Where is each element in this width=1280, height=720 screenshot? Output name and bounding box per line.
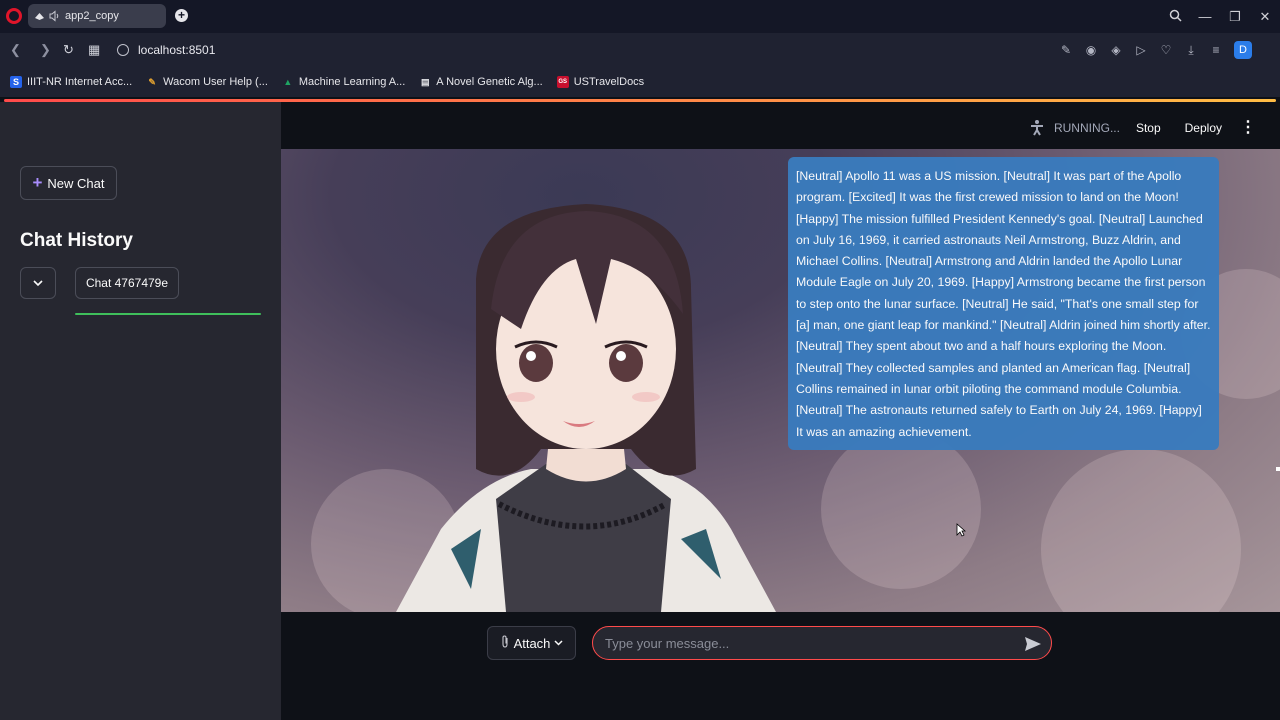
avatar-stage: [Neutral] Apollo 11 was a US mission. [N… [281,149,1280,612]
reload-icon[interactable]: ↻ [63,42,74,58]
plus-icon: + [32,173,43,192]
bookmark-item[interactable]: S IIIT-NR Internet Acc... [10,76,132,88]
play-icon[interactable]: ▷ [1134,43,1148,57]
bookmark-label: Machine Learning A... [298,76,406,88]
deploy-button[interactable]: Deploy [1185,121,1222,135]
running-man-icon [1030,120,1043,136]
profile-avatar[interactable]: D [1234,41,1252,59]
close-icon[interactable]: ✕ [1250,9,1280,25]
streamlit-favicon-icon [34,11,45,22]
attach-label: Attach [513,635,551,651]
chat-item-progress-bar [75,313,261,315]
stop-button[interactable]: Stop [1136,121,1161,135]
bookmark-label: IIIT-NR Internet Acc... [27,76,133,88]
search-icon[interactable] [1160,9,1190,25]
globe-icon [117,44,129,56]
window-controls: — ❐ ✕ [1160,0,1280,33]
speaker-icon[interactable] [49,10,61,22]
bookmark-s-icon: S [10,76,22,88]
address-bar: ❮ ❯ ↻ ▦ localhost:8501 ✎ ◉ ◈ ▷ ♡ ⤓ ≡ D [0,33,1280,93]
new-tab-button[interactable]: + [175,9,188,22]
bookmark-item[interactable]: ▤ A Novel Genetic Alg... [419,76,543,88]
edit-icon[interactable]: ✎ [1059,43,1073,57]
more-options-icon[interactable]: ⋮ [1240,120,1256,136]
url-field[interactable]: localhost:8501 [138,43,215,57]
chevron-down-icon [554,640,563,646]
bookmarks-bar: S IIIT-NR Internet Acc... ✎ Wacom User H… [0,67,1280,97]
heart-icon[interactable]: ♡ [1159,43,1173,57]
bookmark-label: USTravelDocs [573,76,645,88]
forward-icon[interactable]: ❯ [40,42,51,58]
browser-tab[interactable]: app2_copy [28,4,166,28]
shield-icon[interactable]: ◈ [1109,43,1123,57]
menu-icon[interactable]: ≡ [1209,43,1223,57]
toolbar-icons: ✎ ◉ ◈ ▷ ♡ ⤓ ≡ D [1059,41,1252,59]
header-actions: RUNNING... Stop Deploy ⋮ [1028,119,1256,137]
bookmark-label: A Novel Genetic Alg... [436,76,543,88]
chevron-down-icon [33,279,43,286]
chat-history-item[interactable]: Chat 4767479e [75,267,179,299]
running-status: RUNNING... [1053,121,1120,135]
new-chat-label: New Chat [47,175,105,191]
send-icon[interactable] [1023,634,1043,654]
chat-input-bar: Attach [281,612,1280,720]
bookmark-label: Wacom User Help (... [163,76,268,88]
main-content: RUNNING... Stop Deploy ⋮ [Neutral] Apoll… [281,102,1280,720]
assistant-response-bubble: [Neutral] Apollo 11 was a US mission. [N… [788,157,1219,450]
wacom-icon: ✎ [148,77,156,87]
tab-title: app2_copy [65,10,119,22]
bookmark-item[interactable]: ✎ Wacom User Help (... [146,76,268,88]
scroll-indicator [1276,467,1280,471]
download-icon[interactable]: ⤓ [1184,43,1198,57]
minimize-icon[interactable]: — [1190,9,1220,24]
browser-tab-bar: app2_copy + — ❐ ✕ [0,0,1280,33]
ustraveldocs-icon: GS [556,76,569,88]
tabs-grid-icon[interactable]: ▦ [88,42,100,58]
mouse-cursor-icon [956,523,966,537]
attach-button[interactable]: Attach [487,626,576,660]
chat-history-heading: Chat History [20,230,133,251]
new-chat-button[interactable]: + New Chat [20,166,117,200]
expand-chat-button[interactable] [20,267,56,299]
back-icon[interactable]: ❮ [10,42,21,58]
sidebar: + New Chat Chat History Chat 4767479e [0,102,281,720]
document-icon: ▤ [421,77,430,87]
bookmark-item[interactable]: GS USTravelDocs [556,76,645,88]
maximize-icon[interactable]: ❐ [1220,9,1250,25]
paperclip-icon [500,635,510,651]
message-input-container [592,626,1052,660]
bookmark-item[interactable]: ▲ Machine Learning A... [282,76,405,88]
app-header: RUNNING... Stop Deploy ⋮ [281,102,1280,149]
opera-logo-icon[interactable] [6,8,22,24]
camera-icon[interactable]: ◉ [1084,43,1098,57]
google-drive-icon: ▲ [283,77,293,87]
message-input[interactable] [605,627,1015,659]
